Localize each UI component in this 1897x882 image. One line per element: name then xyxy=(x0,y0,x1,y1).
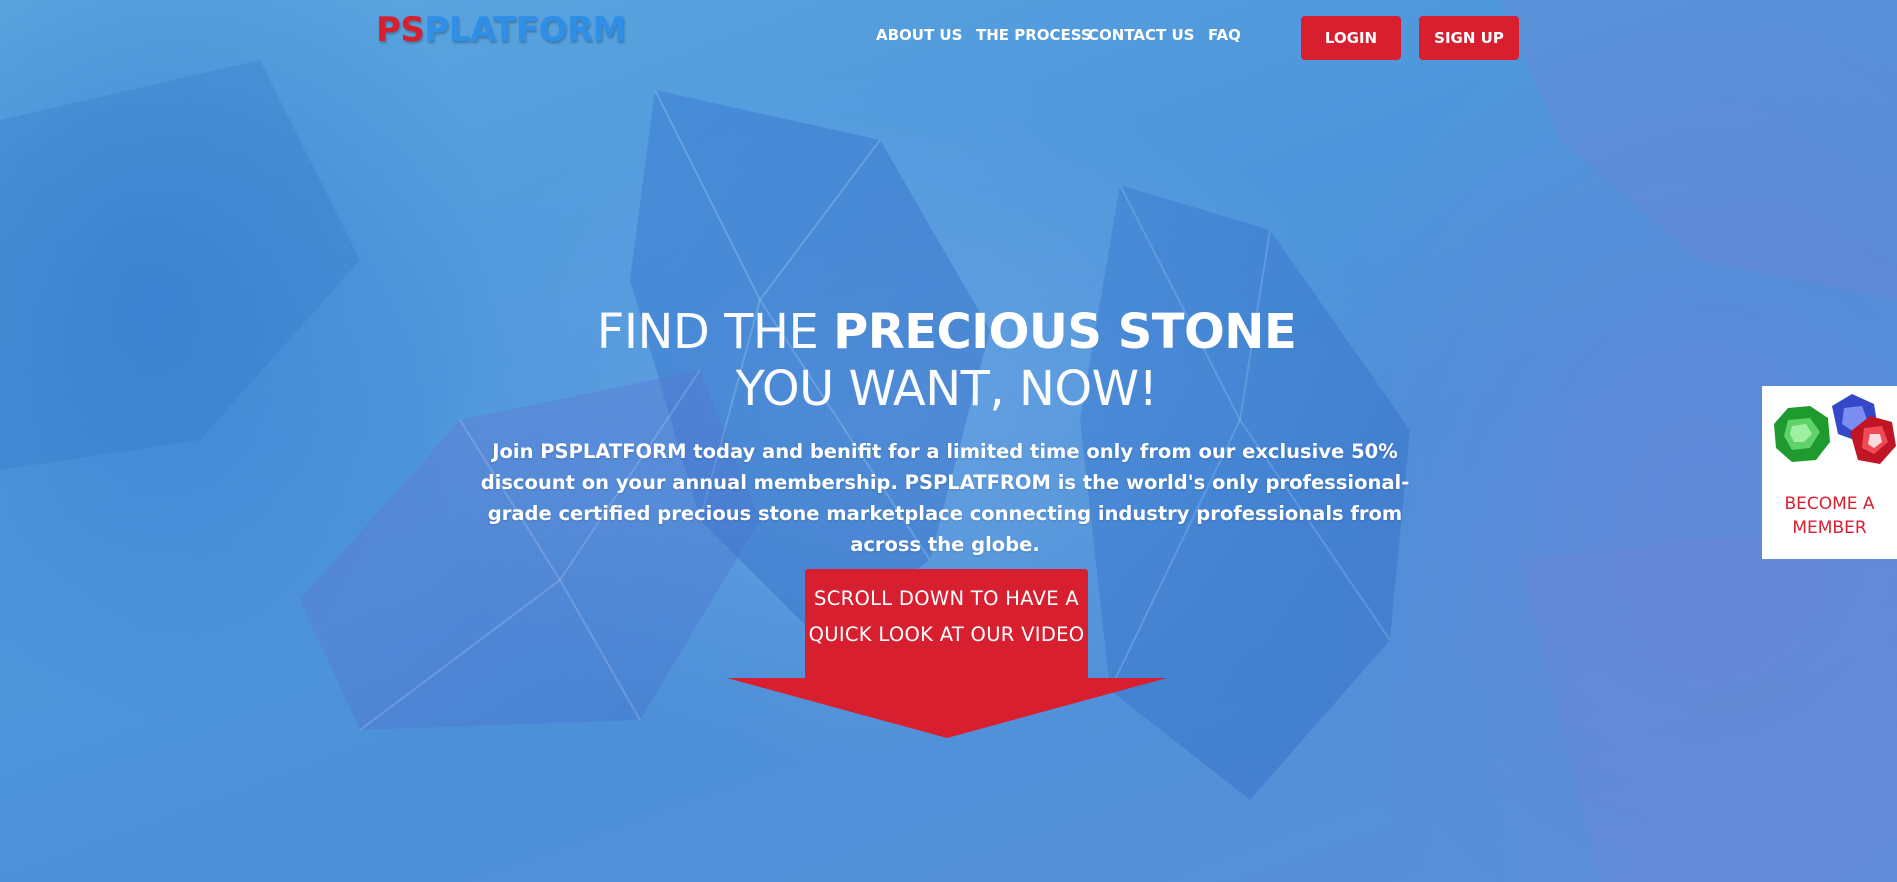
hero-title-light: FIND THE xyxy=(596,304,834,360)
scroll-down-label: SCROLL DOWN TO HAVE A QUICK LOOK AT OUR … xyxy=(808,587,1085,646)
signup-button-label: SIGN UP xyxy=(1434,29,1504,47)
login-button-label: LOGIN xyxy=(1324,29,1378,47)
signup-button[interactable]: SIGN UP xyxy=(1419,16,1519,60)
hero-title-line1: FIND THE PRECIOUS STONE xyxy=(0,303,1893,361)
nav-about-us[interactable]: ABOUT US xyxy=(876,26,962,44)
hero-title-bold: PRECIOUS STONE xyxy=(833,304,1297,360)
site-logo[interactable]: PSPLATFORM xyxy=(376,10,626,50)
logo-platform-text: PLATFORM xyxy=(424,10,626,50)
become-member-label: BECOME A MEMBER xyxy=(1784,494,1875,538)
login-button[interactable]: LOGIN xyxy=(1301,16,1401,60)
become-member-widget[interactable]: BECOME A MEMBER xyxy=(1762,386,1897,559)
nav-faq[interactable]: FAQ xyxy=(1208,26,1241,44)
hero-title-line2: YOU WANT, NOW! xyxy=(0,360,1893,418)
nav-contact-us[interactable]: CONTACT US xyxy=(1088,26,1194,44)
nav-the-process[interactable]: THE PROCESS xyxy=(976,26,1092,44)
scroll-down-button[interactable]: SCROLL DOWN TO HAVE A QUICK LOOK AT OUR … xyxy=(805,569,1088,681)
hero-title-line2-text: YOU WANT, NOW! xyxy=(735,361,1158,417)
logo-ps-text: PS xyxy=(376,10,425,50)
scroll-down-arrow-icon[interactable] xyxy=(727,678,1167,740)
hero-description: Join PSPLATFORM today and benifit for a … xyxy=(480,440,1410,556)
gemstones-icon xyxy=(1774,394,1896,464)
